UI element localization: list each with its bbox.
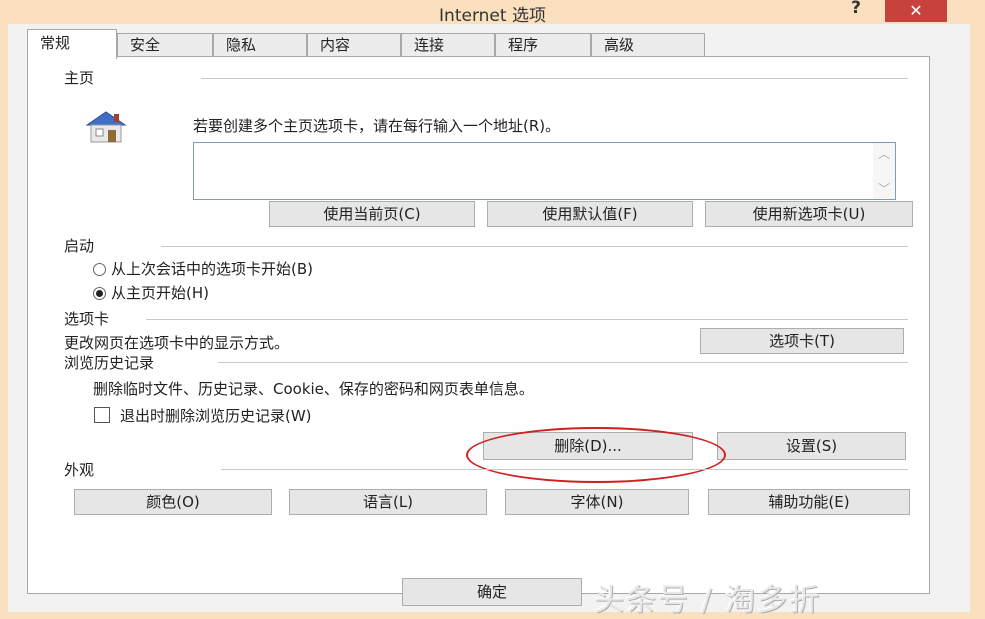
use-default-button[interactable]: 使用默认值(F) — [487, 201, 693, 227]
dialog-body: 常规 安全 隐私 内容 连接 程序 高级 主页 若要创建多个主页选项卡，请在每行… — [8, 24, 970, 612]
tab-general[interactable]: 常规 — [27, 29, 117, 59]
startup-group-divider — [161, 246, 908, 247]
close-button[interactable]: ✕ — [885, 0, 947, 22]
history-group-divider — [218, 362, 908, 363]
scroll-up-icon[interactable]: ︿ — [878, 145, 890, 162]
tab-programs[interactable]: 程序 — [495, 33, 591, 56]
help-button[interactable]: ? — [838, 0, 874, 22]
startup-home-page-label: 从主页开始(H) — [111, 284, 209, 302]
home-group-divider — [201, 78, 908, 79]
delete-on-exit-checkbox[interactable] — [94, 407, 110, 423]
languages-button[interactable]: 语言(L) — [289, 489, 487, 515]
home-page-icon — [85, 111, 127, 143]
fonts-button[interactable]: 字体(N) — [505, 489, 689, 515]
tabs-group-divider — [146, 319, 908, 320]
colors-button[interactable]: 颜色(O) — [74, 489, 272, 515]
tab-privacy[interactable]: 隐私 — [213, 33, 307, 56]
startup-last-session-radio[interactable] — [93, 263, 106, 276]
general-panel: 主页 若要创建多个主页选项卡，请在每行输入一个地址(R)。 ︿ ﹀ 使用当前页(… — [27, 56, 930, 594]
use-new-tab-button[interactable]: 使用新选项卡(U) — [705, 201, 913, 227]
home-group-title: 主页 — [64, 69, 95, 87]
tabs-group-title: 选项卡 — [64, 310, 110, 328]
accessibility-button[interactable]: 辅助功能(E) — [708, 489, 910, 515]
address-scrollbar[interactable]: ︿ ﹀ — [873, 143, 895, 199]
home-instruction: 若要创建多个主页选项卡，请在每行输入一个地址(R)。 — [193, 117, 561, 135]
use-current-page-button[interactable]: 使用当前页(C) — [269, 201, 475, 227]
history-settings-button[interactable]: 设置(S) — [717, 432, 906, 460]
history-group-title: 浏览历史记录 — [64, 354, 155, 372]
history-description: 删除临时文件、历史记录、Cookie、保存的密码和网页表单信息。 — [93, 380, 534, 398]
startup-group-title: 启动 — [64, 237, 95, 255]
ok-button[interactable]: 确定 — [402, 578, 582, 606]
scroll-down-icon[interactable]: ﹀ — [878, 180, 890, 197]
title-bar: Internet 选项 ? ✕ — [0, 0, 985, 26]
delete-on-exit-label: 退出时删除浏览历史记录(W) — [120, 407, 312, 425]
delete-history-button[interactable]: 删除(D)... — [483, 432, 693, 460]
tab-content[interactable]: 内容 — [307, 33, 401, 56]
home-page-address-input[interactable]: ︿ ﹀ — [193, 142, 896, 200]
appearance-group-title: 外观 — [64, 461, 95, 479]
tabs-description: 更改网页在选项卡中的显示方式。 — [64, 334, 290, 352]
tab-advanced[interactable]: 高级 — [591, 33, 705, 56]
appearance-group-divider — [221, 469, 908, 470]
tab-security[interactable]: 安全 — [117, 33, 213, 56]
watermark-text: 头条号 / 淘多折 — [594, 583, 822, 618]
tabs-settings-button[interactable]: 选项卡(T) — [700, 328, 904, 354]
startup-last-session-label: 从上次会话中的选项卡开始(B) — [111, 260, 313, 278]
tab-connections[interactable]: 连接 — [401, 33, 495, 56]
startup-home-page-radio[interactable] — [93, 287, 106, 300]
